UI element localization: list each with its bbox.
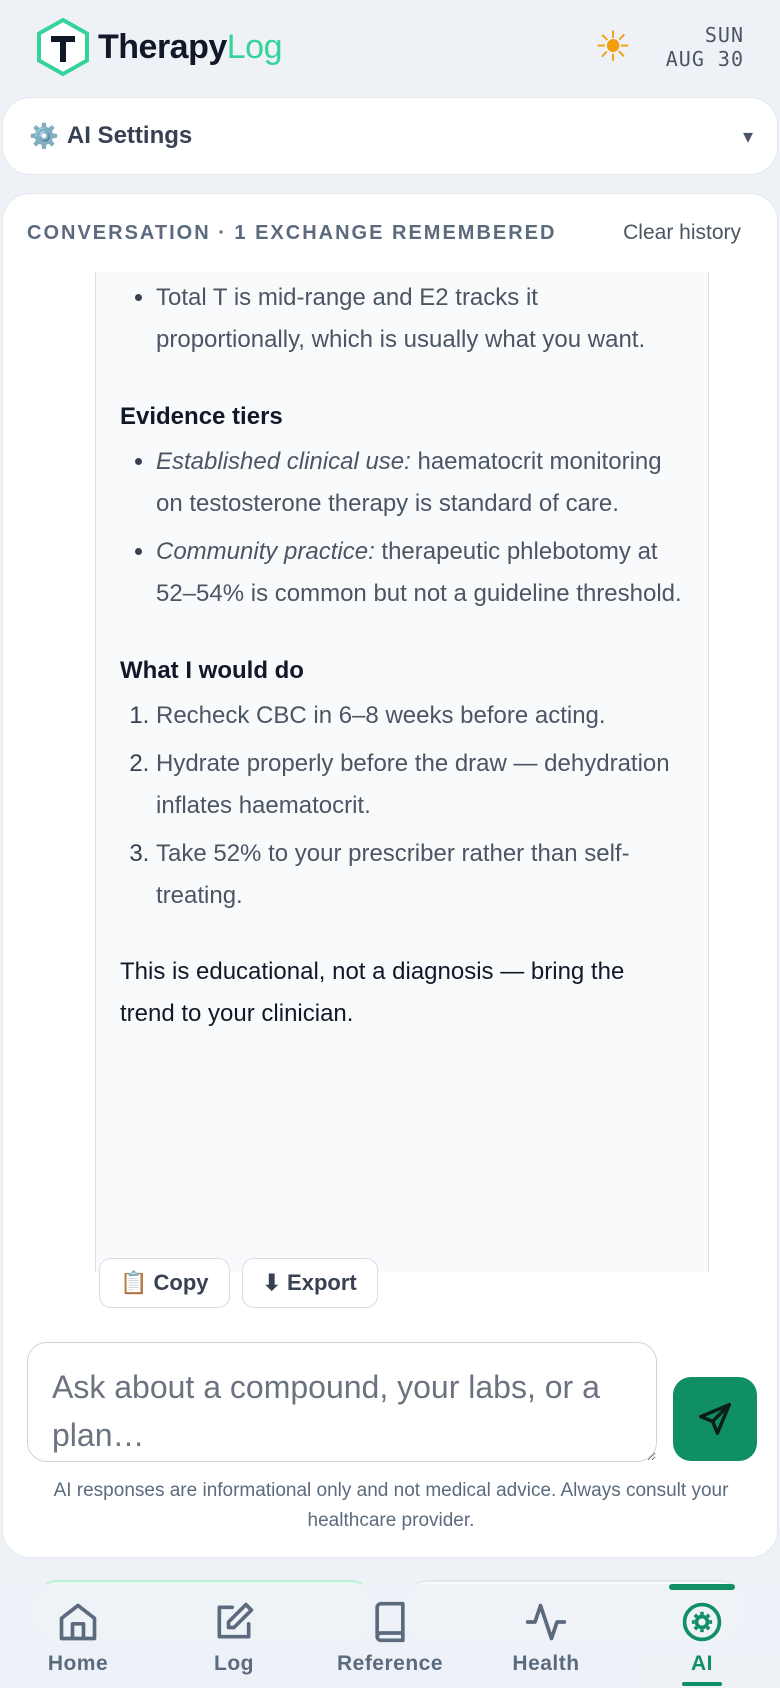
therapylog-logo-icon bbox=[37, 17, 89, 77]
assistant-message: Total T is mid-range and E2 tracks it pr… bbox=[95, 272, 709, 1272]
sun-icon[interactable]: ☀ bbox=[594, 26, 632, 68]
brand[interactable]: TherapyLog bbox=[36, 17, 283, 77]
brand-name-part2: Log bbox=[226, 27, 283, 66]
nav-ai[interactable]: AI bbox=[624, 1600, 780, 1676]
evidence-tier-label: Community practice: bbox=[156, 538, 375, 565]
book-icon bbox=[375, 1601, 405, 1643]
nav-home[interactable]: Home bbox=[0, 1600, 156, 1676]
clear-history-button[interactable]: Clear history bbox=[623, 221, 741, 245]
nav-label: AI bbox=[691, 1652, 713, 1675]
list-item: Take 52% to your prescriber rather than … bbox=[156, 833, 684, 917]
list-item: Recheck CBC in 6–8 weeks before acting. bbox=[156, 695, 684, 737]
nav-label: Log bbox=[214, 1652, 254, 1675]
ai-settings-label: AI Settings bbox=[66, 122, 193, 149]
list-item: Total T is mid-range and E2 tracks it pr… bbox=[156, 277, 684, 361]
list-item: Established clinical use: haematocrit mo… bbox=[156, 441, 684, 525]
active-tab-indicator bbox=[669, 1584, 735, 1590]
ai-settings-title: ⚙️ AI Settings bbox=[29, 122, 192, 151]
nav-log[interactable]: Log bbox=[156, 1600, 312, 1676]
nav-health[interactable]: Health bbox=[468, 1600, 624, 1676]
composer bbox=[27, 1342, 757, 1462]
message-actions: 📋 Copy ⬇ Export bbox=[99, 1258, 378, 1308]
summary-list: Total T is mid-range and E2 tracks it pr… bbox=[120, 277, 684, 361]
ai-icon bbox=[682, 1602, 722, 1642]
home-icon bbox=[59, 1603, 97, 1641]
send-icon bbox=[699, 1403, 731, 1435]
bottom-nav: Home Log Reference Health AI bbox=[0, 1584, 780, 1688]
gear-icon: ⚙️ bbox=[29, 122, 59, 150]
message-list[interactable]: Total T is mid-range and E2 tracks it pr… bbox=[3, 272, 777, 1272]
list-item: Community practice: therapeutic phleboto… bbox=[156, 531, 684, 615]
conversation-panel: CONVERSATION · 1 EXCHANGE REMEMBERED Cle… bbox=[2, 193, 778, 1558]
active-tab-underline bbox=[682, 1682, 722, 1686]
conversation-label: CONVERSATION · 1 EXCHANGE REMEMBERED bbox=[27, 221, 557, 244]
evidence-heading: Evidence tiers bbox=[120, 403, 283, 430]
copy-button[interactable]: 📋 Copy bbox=[99, 1258, 230, 1308]
brand-name: TherapyLog bbox=[98, 27, 283, 67]
app-header: TherapyLog ☀ SUN AUG 30 bbox=[0, 0, 780, 94]
date-display: SUN AUG 30 bbox=[666, 23, 744, 71]
disclaimer: AI responses are informational only and … bbox=[53, 1480, 729, 1531]
evidence-tier-label: Established clinical use: bbox=[156, 448, 411, 475]
conversation-header: CONVERSATION · 1 EXCHANGE REMEMBERED Cle… bbox=[3, 194, 777, 272]
plan-heading: What I would do bbox=[120, 657, 304, 684]
edit-icon bbox=[217, 1602, 254, 1639]
nav-label: Reference bbox=[336, 1652, 444, 1675]
evidence-list: Established clinical use: haematocrit mo… bbox=[120, 441, 684, 615]
brand-name-part1: Therapy bbox=[98, 27, 227, 66]
ai-settings-toggle[interactable]: ⚙️ AI Settings ▾ bbox=[2, 97, 778, 175]
nav-reference[interactable]: Reference bbox=[312, 1600, 468, 1676]
activity-icon bbox=[525, 1603, 567, 1641]
prompt-input[interactable] bbox=[27, 1342, 657, 1462]
list-item: Hydrate properly before the draw — dehyd… bbox=[156, 743, 684, 827]
date-value: AUG 30 bbox=[665, 47, 744, 71]
date-day: SUN bbox=[704, 23, 744, 47]
send-button[interactable] bbox=[673, 1377, 757, 1461]
nav-label: Home bbox=[47, 1652, 109, 1675]
closing-note: This is educational, not a diagnosis — b… bbox=[120, 958, 625, 1027]
nav-label: Health bbox=[512, 1652, 580, 1675]
header-right: ☀ SUN AUG 30 bbox=[594, 23, 744, 71]
chevron-down-icon: ▾ bbox=[742, 125, 753, 148]
export-button[interactable]: ⬇ Export bbox=[241, 1258, 378, 1308]
plan-list: Recheck CBC in 6–8 weeks before acting. … bbox=[120, 695, 684, 917]
